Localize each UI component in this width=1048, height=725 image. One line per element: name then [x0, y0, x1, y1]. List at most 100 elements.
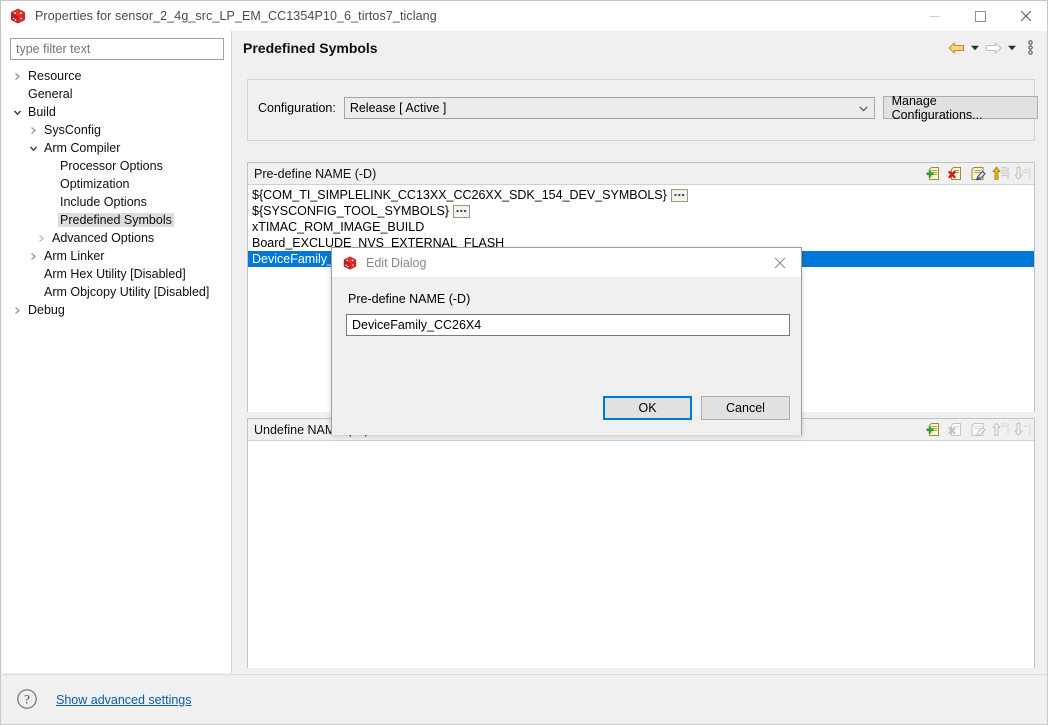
predefine-name-input[interactable] [346, 314, 790, 336]
sidebar-item-label: Processor Options [58, 159, 165, 173]
chevron-down-icon[interactable] [10, 105, 24, 119]
list-item[interactable]: ${COM_TI_SIMPLELINK_CC13XX_CC26XX_SDK_15… [248, 187, 1034, 203]
configuration-selected-value: Release [ Active ] [350, 101, 447, 115]
page-title: Predefined Symbols [243, 40, 378, 56]
window-titlebar: Properties for sensor_2_4g_src_LP_EM_CC1… [1, 1, 1048, 31]
sidebar-item-optimization[interactable]: Optimization [2, 175, 232, 193]
configuration-label: Configuration: [258, 101, 336, 115]
chevron-right-icon[interactable] [10, 303, 24, 317]
show-advanced-settings-link[interactable]: Show advanced settings [56, 693, 192, 707]
variable-browse-icon[interactable] [671, 189, 688, 202]
sidebar-item-include-options[interactable]: Include Options [2, 193, 232, 211]
list-item-text: ${SYSCONFIG_TOOL_SYMBOLS} [252, 203, 449, 219]
manage-configurations-button[interactable]: Manage Configurations... [883, 96, 1038, 119]
list-item[interactable]: xTIMAC_ROM_IMAGE_BUILD [248, 219, 1034, 235]
sidebar-item-processor-options[interactable]: Processor Options [2, 157, 232, 175]
sidebar-item-general[interactable]: General [2, 85, 232, 103]
sidebar-item-predefined-symbols[interactable]: Predefined Symbols [2, 211, 232, 229]
edit-icon[interactable] [969, 165, 987, 183]
red-cube-icon [9, 7, 27, 25]
dialog-footer: ? Show advanced settings Apply and Close… [2, 674, 1047, 724]
sidebar-item-label: Arm Hex Utility [Disabled] [42, 267, 188, 281]
forward-menu-chevron-down-icon[interactable] [1005, 38, 1018, 58]
settings-tree-panel: Resource General Build SysConfig [2, 31, 232, 673]
page-nav-icons [946, 38, 1048, 58]
no-twisty [26, 267, 40, 281]
sidebar-item-arm-compiler[interactable]: Arm Compiler [2, 139, 232, 157]
delete-icon[interactable] [947, 165, 965, 183]
list-item-text: ${COM_TI_SIMPLELINK_CC13XX_CC26XX_SDK_15… [252, 187, 667, 203]
back-menu-chevron-down-icon[interactable] [968, 38, 981, 58]
dialog-cancel-button[interactable]: Cancel [701, 396, 790, 420]
properties-window: Properties for sensor_2_4g_src_LP_EM_CC1… [0, 0, 1048, 725]
question-mark-icon[interactable]: ? [16, 688, 38, 710]
vertical-dots-icon[interactable] [1020, 38, 1040, 58]
chevron-right-icon[interactable] [26, 123, 40, 137]
configuration-dropdown[interactable]: Release [ Active ] [344, 97, 875, 119]
move-up-icon [991, 421, 1009, 439]
sidebar-item-label: Build [26, 105, 58, 119]
edit-icon [969, 421, 987, 439]
configuration-group: Configuration: Release [ Active ] Manage… [247, 79, 1035, 141]
move-down-icon [1013, 165, 1031, 183]
chevron-down-icon[interactable] [26, 141, 40, 155]
chevron-down-icon [859, 101, 868, 115]
predefine-toolbar [925, 163, 1031, 185]
svg-text:?: ? [24, 692, 30, 707]
sidebar-item-label: Resource [26, 69, 84, 83]
dialog-close-icon[interactable] [759, 248, 801, 278]
sidebar-item-build[interactable]: Build [2, 103, 232, 121]
list-item[interactable]: ${SYSCONFIG_TOOL_SYMBOLS} [248, 203, 1034, 219]
close-button[interactable] [1003, 1, 1048, 31]
move-up-icon[interactable] [991, 165, 1009, 183]
no-twisty [42, 195, 56, 209]
no-twisty [42, 213, 56, 227]
variable-browse-icon[interactable] [453, 205, 470, 218]
sidebar-item-arm-hex-utility[interactable]: Arm Hex Utility [Disabled] [2, 265, 232, 283]
predefine-list-header: Pre-define NAME (-D) [248, 163, 1034, 185]
sidebar-item-label: SysConfig [42, 123, 103, 137]
dialog-titlebar: Edit Dialog [332, 248, 801, 278]
sidebar-item-label: Optimization [58, 177, 131, 191]
sidebar-item-label: Arm Compiler [42, 141, 122, 155]
minimize-button[interactable] [911, 1, 957, 31]
maximize-button[interactable] [957, 1, 1003, 31]
add-icon[interactable] [925, 421, 943, 439]
predefine-header-label: Pre-define NAME (-D) [248, 167, 376, 181]
chevron-right-icon[interactable] [26, 249, 40, 263]
chevron-right-icon[interactable] [10, 69, 24, 83]
dialog-body: Pre-define NAME (-D) OK Cancel [332, 278, 801, 435]
configuration-row: Configuration: Release [ Active ] Manage… [258, 96, 1038, 119]
no-twisty [26, 285, 40, 299]
page-header: Predefined Symbols [233, 31, 1048, 64]
sidebar-item-label: Arm Objcopy Utility [Disabled] [42, 285, 211, 299]
sidebar-item-sysconfig[interactable]: SysConfig [2, 121, 232, 139]
sidebar-item-label: Debug [26, 303, 67, 317]
window-title: Properties for sensor_2_4g_src_LP_EM_CC1… [35, 9, 437, 23]
chevron-right-icon[interactable] [34, 231, 48, 245]
dialog-title: Edit Dialog [366, 256, 426, 270]
sidebar-item-label: General [26, 87, 74, 101]
add-icon[interactable] [925, 165, 943, 183]
sidebar-item-debug[interactable]: Debug [2, 301, 232, 319]
undefine-list-panel: Undefine NAME (-U) [247, 418, 1035, 668]
dialog-ok-button[interactable]: OK [603, 396, 692, 420]
sidebar-item-arm-linker[interactable]: Arm Linker [2, 247, 232, 265]
move-down-icon [1013, 421, 1031, 439]
settings-tree: Resource General Build SysConfig [2, 67, 232, 319]
sidebar-item-label: Arm Linker [42, 249, 106, 263]
sidebar-item-arm-objcopy-utility[interactable]: Arm Objcopy Utility [Disabled] [2, 283, 232, 301]
filter-input[interactable] [10, 38, 224, 60]
back-arrow-icon[interactable] [946, 38, 966, 58]
no-twisty [42, 177, 56, 191]
sidebar-item-advanced-options[interactable]: Advanced Options [2, 229, 232, 247]
undefine-list-body[interactable] [248, 441, 1034, 668]
sidebar-item-resource[interactable]: Resource [2, 67, 232, 85]
delete-icon [947, 421, 965, 439]
forward-arrow-icon[interactable] [983, 38, 1003, 58]
list-item-text: xTIMAC_ROM_IMAGE_BUILD [252, 219, 424, 235]
sidebar-item-label: Predefined Symbols [58, 213, 174, 227]
dialog-field-label: Pre-define NAME (-D) [348, 292, 470, 306]
sidebar-item-label: Include Options [58, 195, 149, 209]
undefine-toolbar [925, 419, 1031, 441]
